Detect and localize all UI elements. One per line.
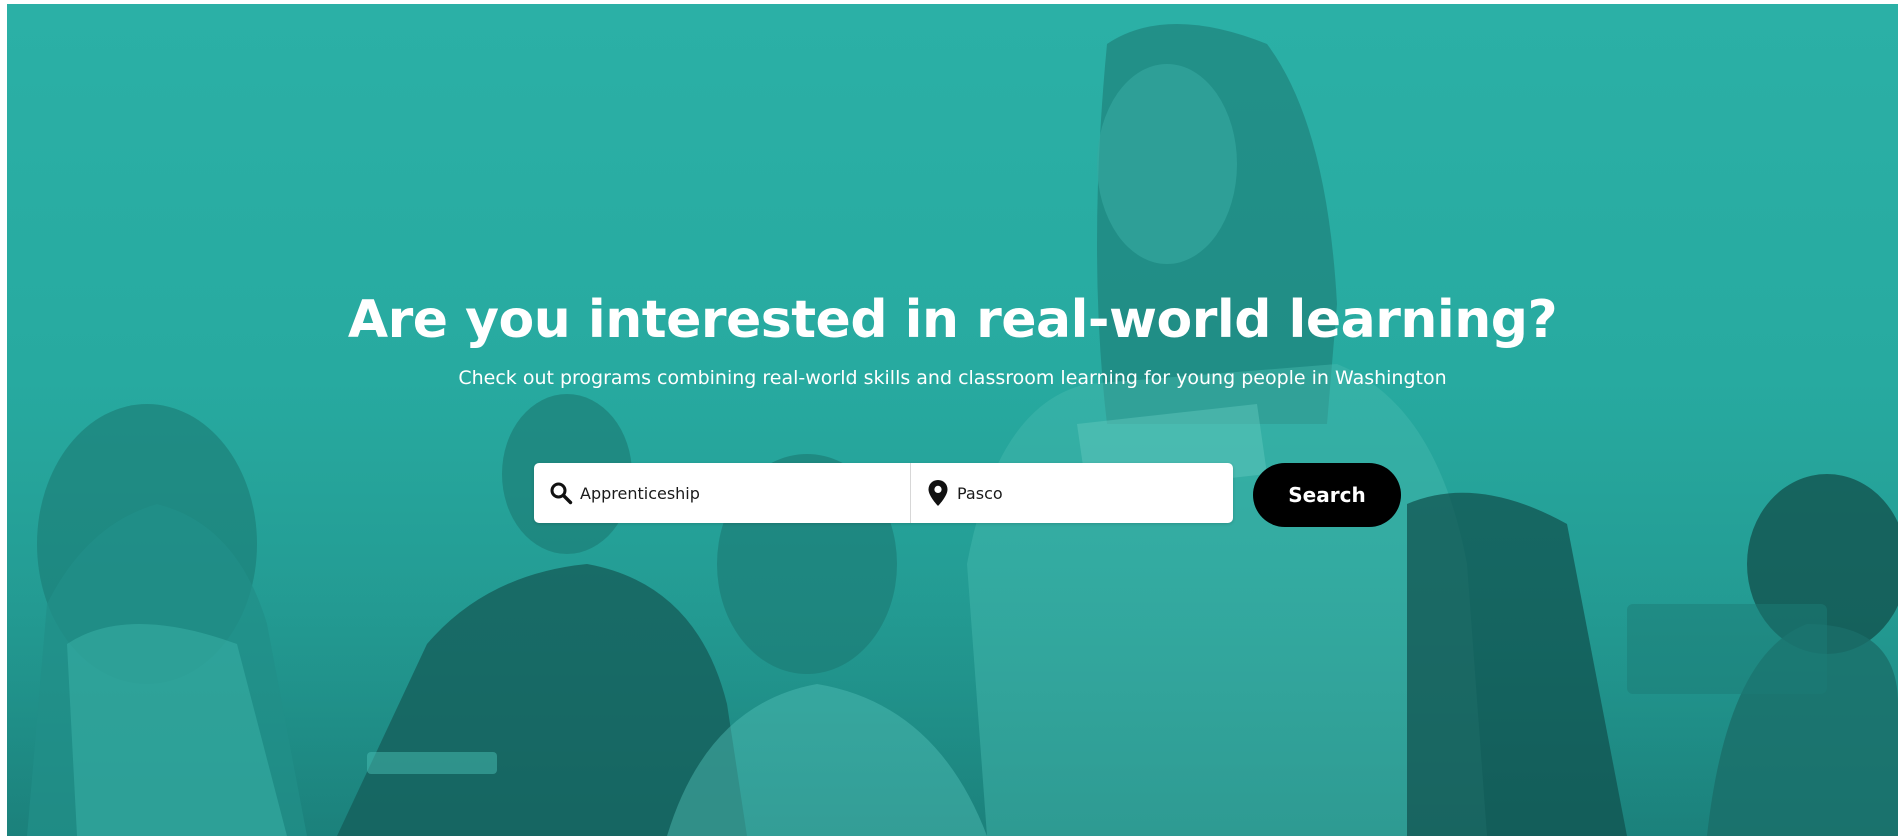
keyword-input-value[interactable]: Apprenticeship: [580, 484, 700, 503]
search-form: Apprenticeship Pasco: [534, 463, 1233, 523]
location-search-field[interactable]: Pasco: [911, 463, 1233, 523]
keyword-search-field[interactable]: Apprenticeship: [534, 463, 911, 523]
search-icon: [548, 480, 574, 506]
map-pin-icon: [925, 480, 951, 506]
hero-headline: Are you interested in real-world learnin…: [347, 290, 1558, 350]
hero-subheadline: Check out programs combining real-world …: [458, 367, 1447, 389]
search-button[interactable]: Search: [1253, 463, 1401, 527]
page-frame: Are you interested in real-world learnin…: [0, 0, 1898, 838]
location-input-value[interactable]: Pasco: [957, 484, 1003, 503]
hero-content: Are you interested in real-world learnin…: [7, 4, 1898, 836]
hero-banner: Are you interested in real-world learnin…: [7, 4, 1898, 836]
